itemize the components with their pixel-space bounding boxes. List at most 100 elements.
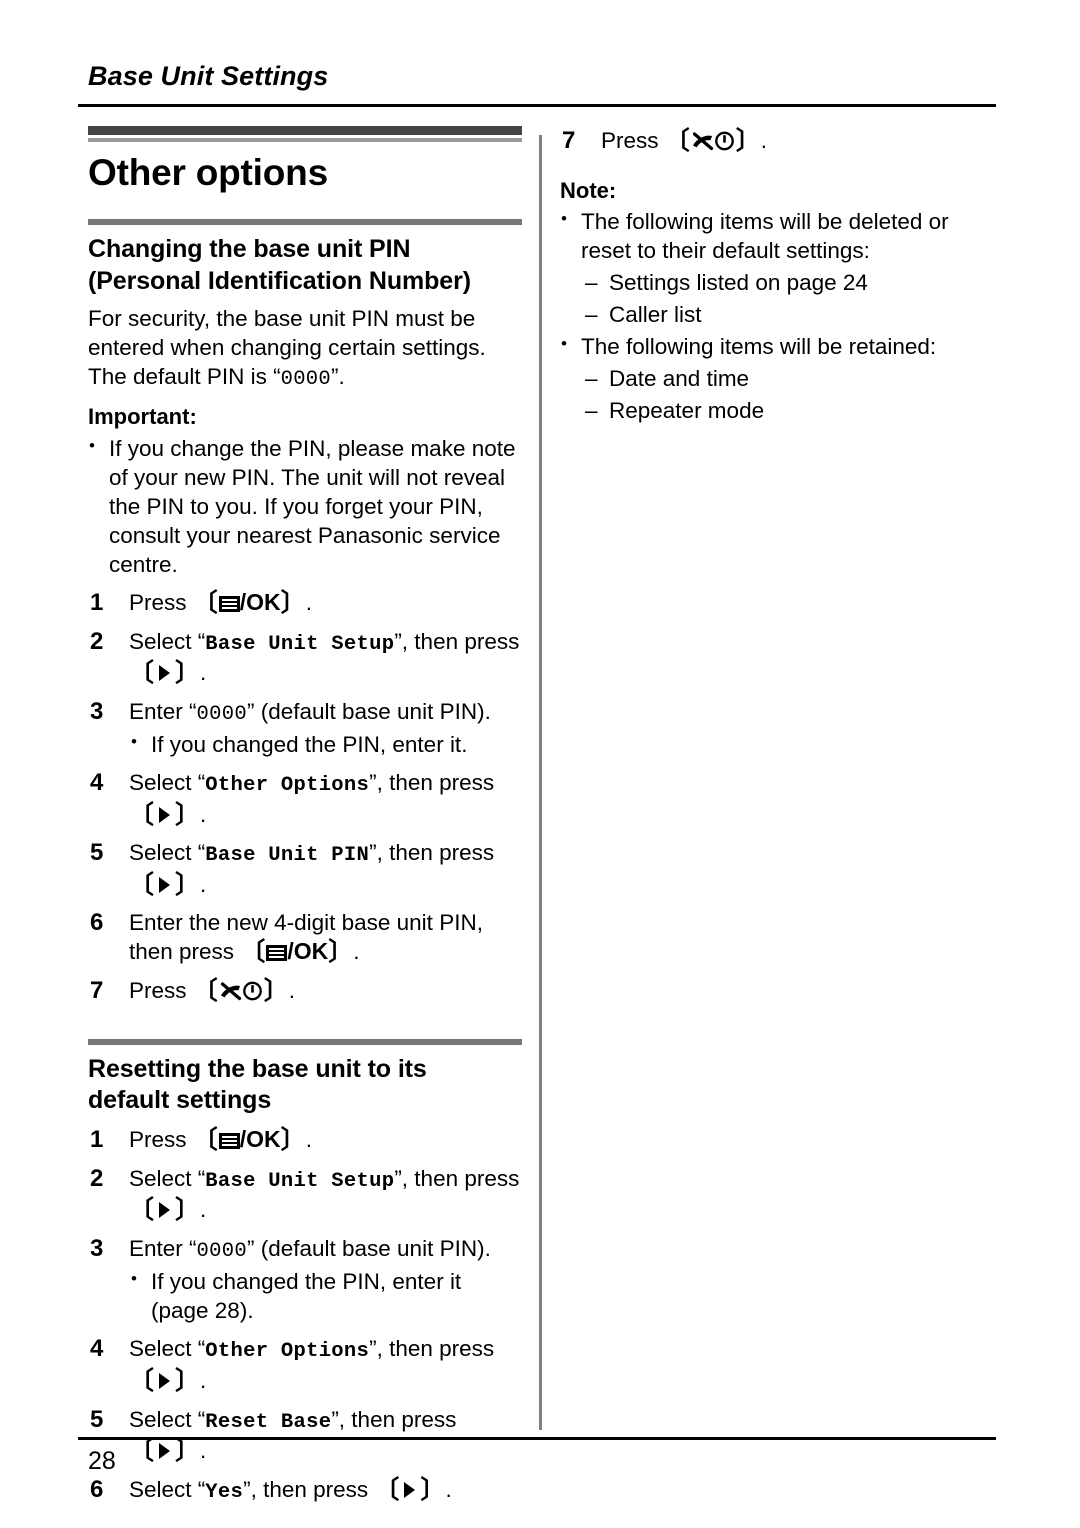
step-text-after: . xyxy=(760,128,768,153)
menu-icon xyxy=(266,945,288,962)
step-text-before: Enter “ xyxy=(129,698,197,724)
note-bullet-text: The following items will be retained: xyxy=(581,334,937,360)
step-text-after: . xyxy=(305,1127,312,1153)
step-item: 5 Select “Reset Base”, then press 〔〕. xyxy=(88,1405,522,1466)
menu-string: Base Unit PIN xyxy=(205,844,370,868)
note-bullet-text: The following items will be deleted or r… xyxy=(581,209,949,264)
step-text-before: Select “ xyxy=(129,1476,206,1502)
step-text-before: Press xyxy=(601,128,665,153)
step-item: 5 Select “Base Unit PIN”, then press 〔〕. xyxy=(88,838,522,899)
important-bullet-list: If you change the PIN, please make note … xyxy=(88,433,522,579)
off-power-key-icon: 〔〕 xyxy=(193,976,289,1009)
list-item: Caller list xyxy=(581,300,996,329)
step-substep: If you changed the PIN, enter it (page 2… xyxy=(129,1266,522,1325)
section-rule-2 xyxy=(88,1038,522,1045)
step-text-after: . xyxy=(200,660,207,686)
note-label: Note: xyxy=(560,177,617,203)
off-power-key-icon: 〔〕 xyxy=(665,126,761,159)
step-number: 7 xyxy=(562,127,576,154)
section-rule-1 xyxy=(88,219,522,226)
step-number: 7 xyxy=(90,977,104,1005)
running-header: Base Unit Settings xyxy=(88,61,996,92)
step-number: 6 xyxy=(90,1475,104,1503)
right-arrow-icon xyxy=(159,1372,171,1389)
off-power-icon xyxy=(219,979,263,1009)
step-text-after: . xyxy=(200,801,207,827)
step-item: 2 Select “Base Unit Setup”, then press 〔〕… xyxy=(88,1164,522,1225)
step-number: 2 xyxy=(90,627,104,655)
step-text-mid: ”, then press xyxy=(369,1336,495,1362)
step-number: 4 xyxy=(90,1335,104,1363)
section-2-steps: 1 Press 〔/OK〕. 2 Select “Base Unit Setup”,… xyxy=(88,1125,522,1506)
section-1-intro: For security, the base unit PIN must be … xyxy=(88,304,522,393)
section-title-2-line2: default settings xyxy=(88,1085,272,1114)
note-bullet-list: The following items will be deleted or r… xyxy=(560,206,996,425)
footer-rule xyxy=(78,1437,996,1440)
important-label: Important: xyxy=(88,404,197,430)
menu-string: Other Options xyxy=(205,774,370,798)
step-text-before: Select “ xyxy=(129,770,206,796)
right-arrow-icon xyxy=(159,1202,171,1219)
step-item: 1 Press 〔/OK〕. xyxy=(88,1125,522,1155)
section-1-steps: 1 Press 〔/OK〕. 2 Select “Base Unit Setup”,… xyxy=(88,588,522,1009)
page-number: 28 xyxy=(88,1447,116,1475)
step-substep: If you changed the PIN, enter it. xyxy=(129,729,522,759)
right-arrow-icon xyxy=(159,876,171,893)
step-text-mid: ”, then press xyxy=(394,628,520,654)
left-column: Other options Changing the base unit PIN… xyxy=(88,126,522,1506)
step-text-mid: ”, then press xyxy=(369,770,495,796)
menu-icon xyxy=(218,595,240,612)
step-text-before: Select “ xyxy=(129,840,206,866)
list-item: If you change the PIN, please make note … xyxy=(88,433,522,579)
step-item: 6 Enter the new 4-digit base unit PIN, th… xyxy=(88,908,522,967)
step-text-before: Select “ xyxy=(129,1165,206,1191)
step-item: 3 Enter “0000” (default base unit PIN). I… xyxy=(88,697,522,759)
intro-text-after: ”. xyxy=(331,363,345,389)
step-number: 5 xyxy=(90,839,104,867)
step-text-after: . xyxy=(353,939,360,965)
step-number: 1 xyxy=(90,1126,104,1154)
header-title: Base Unit Settings xyxy=(88,61,329,91)
default-pin-value: 0000 xyxy=(196,702,247,726)
step-item: 7 Press 〔〕. xyxy=(560,126,996,159)
step-number: 3 xyxy=(90,697,104,725)
menu-ok-key-icon: 〔/OK〕 xyxy=(192,588,306,617)
step-number: 1 xyxy=(90,588,104,616)
right-column: 7 Press 〔〕. Note: The following items wil… xyxy=(560,126,996,425)
section-title-2-line1: Resetting the base unit to its xyxy=(88,1054,427,1083)
right-arrow-key-icon: 〔〕 xyxy=(374,1475,446,1504)
default-pin-value: 0000 xyxy=(196,1239,247,1263)
right-arrow-key-icon: 〔〕 xyxy=(129,1436,201,1465)
ok-label: /OK xyxy=(239,588,281,615)
intro-default-pin: 0000 xyxy=(280,367,332,391)
right-arrow-icon xyxy=(159,806,171,823)
step-text-after: . xyxy=(200,1437,207,1463)
right-arrow-key-icon: 〔〕 xyxy=(129,870,201,899)
right-arrow-icon xyxy=(404,1481,416,1498)
ok-label: /OK xyxy=(287,938,329,965)
step-number: 2 xyxy=(90,1164,104,1192)
right-arrow-key-icon: 〔〕 xyxy=(129,1196,201,1225)
right-arrow-key-icon: 〔〕 xyxy=(129,800,201,829)
step-text-before: Select “ xyxy=(129,1406,206,1432)
right-arrow-key-icon: 〔〕 xyxy=(129,1366,201,1395)
chapter-bar-thin xyxy=(88,138,522,142)
menu-string: Base Unit Setup xyxy=(205,1169,395,1193)
step-text-after: ” (default base unit PIN). xyxy=(246,1235,491,1261)
step-text-after: . xyxy=(200,1367,207,1393)
section-title-1: Changing the base unit PIN (Personal Ide… xyxy=(88,234,522,297)
step-text-before: Select “ xyxy=(129,1336,206,1362)
section-title-1-line1: Changing the base unit PIN xyxy=(88,235,411,264)
step-text-before: Press xyxy=(129,1127,193,1153)
list-item: The following items will be retained: Da… xyxy=(560,331,996,425)
header-rule xyxy=(78,104,996,107)
step-number: 4 xyxy=(90,769,104,797)
note-sub-list: Date and time Repeater mode xyxy=(581,364,996,425)
step-text-mid: ”, then press xyxy=(331,1406,457,1432)
menu-icon xyxy=(218,1133,240,1150)
step-text-after: . xyxy=(200,1197,207,1223)
right-arrow-icon xyxy=(159,665,171,682)
step-text-after: . xyxy=(200,871,207,897)
